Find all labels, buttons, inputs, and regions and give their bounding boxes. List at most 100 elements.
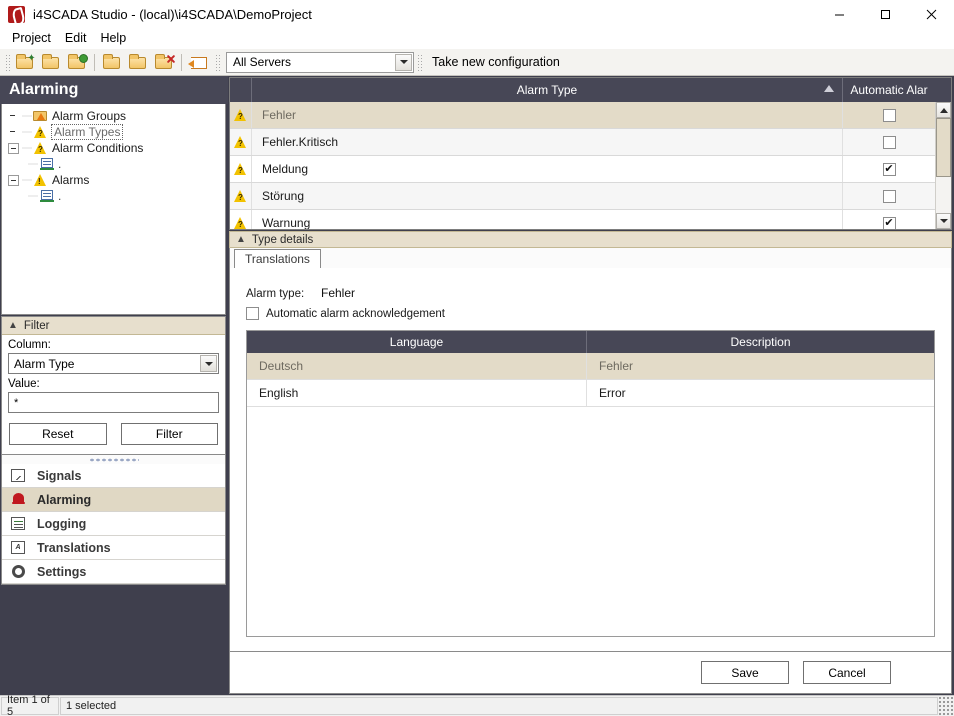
tree-label-selected: Alarm Types bbox=[50, 124, 124, 140]
sidebar-item-logging[interactable]: Logging bbox=[2, 512, 225, 536]
title-bar: i4SCADA Studio - (local)\i4SCADA\DemoPro… bbox=[0, 0, 954, 28]
translations-header-description[interactable]: Description bbox=[587, 331, 934, 353]
menu-item-project[interactable]: Project bbox=[5, 29, 58, 47]
new-project-icon[interactable]: ✦ bbox=[13, 51, 37, 74]
tree-label: Alarm Groups bbox=[52, 109, 127, 123]
minimize-button[interactable] bbox=[816, 0, 862, 28]
tab-translations[interactable]: Translations bbox=[234, 249, 321, 268]
import-icon[interactable] bbox=[100, 51, 124, 74]
tree-expander bbox=[8, 111, 19, 122]
open-project-icon[interactable] bbox=[39, 51, 63, 74]
toolbar-grip-3[interactable] bbox=[416, 52, 422, 72]
sidebar-item-translations[interactable]: A Translations bbox=[2, 536, 225, 560]
table-row[interactable]: English Error bbox=[247, 380, 934, 407]
window-controls bbox=[816, 0, 954, 28]
sidebar-item-settings[interactable]: Settings bbox=[2, 560, 225, 584]
type-details-header[interactable]: ▲ Type details bbox=[229, 231, 952, 248]
tree-node-alarms[interactable]: Alarms bbox=[2, 172, 225, 188]
table-row[interactable]: Deutsch Fehler bbox=[247, 353, 934, 380]
logging-icon bbox=[10, 516, 30, 532]
cell-description: Fehler bbox=[599, 359, 634, 373]
server-node-icon bbox=[38, 189, 55, 204]
tree-node-alarm-types[interactable]: Alarm Types bbox=[2, 124, 225, 140]
server-node-icon bbox=[38, 157, 55, 172]
alarm-type-warning-icon bbox=[32, 125, 49, 140]
save-button[interactable]: Save bbox=[701, 661, 789, 684]
toolbar-grip[interactable] bbox=[4, 52, 10, 72]
toolbar-grip-2[interactable] bbox=[214, 52, 220, 72]
filter-column-value: Alarm Type bbox=[14, 356, 75, 371]
cell-automatic-alarm[interactable]: ✔ bbox=[843, 162, 935, 176]
cell-automatic-alarm[interactable]: ✔ bbox=[843, 216, 935, 229]
chevron-down-icon[interactable] bbox=[395, 53, 412, 71]
checkbox-unchecked[interactable] bbox=[882, 189, 896, 203]
maximize-button[interactable] bbox=[862, 0, 908, 28]
resize-grip-icon[interactable] bbox=[938, 696, 954, 716]
caret-down-icon[interactable] bbox=[936, 213, 951, 229]
sidebar-item-label: Logging bbox=[37, 516, 87, 531]
auto-ack-checkbox-row[interactable]: Automatic alarm acknowledgement bbox=[246, 307, 935, 320]
table-row[interactable]: Warnung ✔ bbox=[230, 210, 935, 229]
cell-automatic-alarm[interactable] bbox=[843, 135, 935, 149]
delete-icon[interactable] bbox=[152, 51, 176, 74]
tree-node-alarms-server[interactable]: . bbox=[2, 188, 225, 204]
export-icon[interactable] bbox=[126, 51, 150, 74]
chevron-up-icon[interactable]: ▲ bbox=[236, 234, 246, 245]
cell-automatic-alarm[interactable] bbox=[843, 108, 935, 122]
scrollbar-track[interactable] bbox=[936, 118, 951, 213]
grid-header-automatic-alarm[interactable]: Automatic Alar bbox=[843, 78, 935, 102]
grid-rows: Fehler Fehler.Kritisch Meldung ✔ bbox=[230, 102, 935, 229]
take-new-configuration-button[interactable]: Take new configuration bbox=[424, 52, 568, 72]
reset-button[interactable]: Reset bbox=[9, 423, 107, 445]
sidebar-filler bbox=[0, 585, 228, 695]
tree-node-alarm-groups[interactable]: Alarm Groups bbox=[2, 108, 225, 124]
close-button[interactable] bbox=[908, 0, 954, 28]
table-row[interactable]: Fehler bbox=[230, 102, 935, 129]
scrollbar-thumb[interactable] bbox=[936, 118, 951, 177]
sort-ascending-icon bbox=[824, 85, 834, 92]
checkbox-checked[interactable]: ✔ bbox=[882, 162, 896, 176]
filter-panel-header[interactable]: ▲ Filter bbox=[2, 317, 225, 335]
content-area: Alarm Type Automatic Alar Fehler bbox=[228, 76, 954, 695]
checkbox-unchecked[interactable] bbox=[882, 108, 896, 122]
exit-icon[interactable] bbox=[187, 51, 211, 74]
cell-alarm-type: Störung bbox=[252, 183, 843, 209]
alarm-types-grid: Alarm Type Automatic Alar Fehler bbox=[229, 77, 952, 230]
grid-header-alarm-type[interactable]: Alarm Type bbox=[252, 78, 843, 102]
horizontal-splitter[interactable] bbox=[1, 455, 226, 464]
checkbox-unchecked[interactable] bbox=[882, 135, 896, 149]
cell-alarm-type: Fehler bbox=[252, 102, 843, 128]
checkbox-unchecked[interactable] bbox=[246, 307, 259, 320]
tree-node-condition-server[interactable]: . bbox=[2, 156, 225, 172]
filter-column-select[interactable]: Alarm Type bbox=[8, 353, 219, 374]
tree-connector bbox=[22, 124, 32, 140]
caret-up-icon[interactable] bbox=[936, 102, 951, 118]
translations-header-language[interactable]: Language bbox=[247, 331, 587, 353]
chevron-up-icon[interactable]: ▲ bbox=[8, 320, 18, 331]
main-body: Alarming Alarm Groups Alarm Ty bbox=[0, 76, 954, 695]
alarming-tree[interactable]: Alarm Groups Alarm Types Ala bbox=[1, 104, 226, 315]
server-select[interactable]: All Servers bbox=[226, 51, 414, 73]
sidebar-item-signals[interactable]: Signals bbox=[2, 464, 225, 488]
grid-header-alarm-type-label: Alarm Type bbox=[516, 83, 578, 97]
status-bar: Item 1 of 5 1 selected bbox=[0, 694, 954, 716]
checkbox-checked[interactable]: ✔ bbox=[882, 216, 896, 229]
table-row[interactable]: Störung bbox=[230, 183, 935, 210]
tree-connector bbox=[22, 108, 32, 124]
cell-automatic-alarm[interactable] bbox=[843, 189, 935, 203]
filter-value-input[interactable]: * bbox=[8, 392, 219, 413]
tree-expander-collapse-icon[interactable] bbox=[8, 142, 19, 154]
table-row[interactable]: Fehler.Kritisch bbox=[230, 129, 935, 156]
tree-expander-collapse-icon[interactable] bbox=[8, 174, 19, 186]
cancel-button[interactable]: Cancel bbox=[803, 661, 891, 684]
menu-item-help[interactable]: Help bbox=[93, 29, 133, 47]
save-project-icon[interactable] bbox=[65, 51, 89, 74]
filter-button[interactable]: Filter bbox=[120, 423, 218, 445]
table-row[interactable]: Meldung ✔ bbox=[230, 156, 935, 183]
sidebar-item-alarming[interactable]: Alarming bbox=[2, 488, 225, 512]
chevron-down-icon[interactable] bbox=[200, 355, 217, 372]
menu-item-edit[interactable]: Edit bbox=[58, 29, 94, 47]
left-panel: Alarming Alarm Groups Alarm Ty bbox=[0, 76, 228, 695]
tree-node-alarm-conditions[interactable]: Alarm Conditions bbox=[2, 140, 225, 156]
grid-vertical-scrollbar[interactable] bbox=[935, 102, 951, 229]
